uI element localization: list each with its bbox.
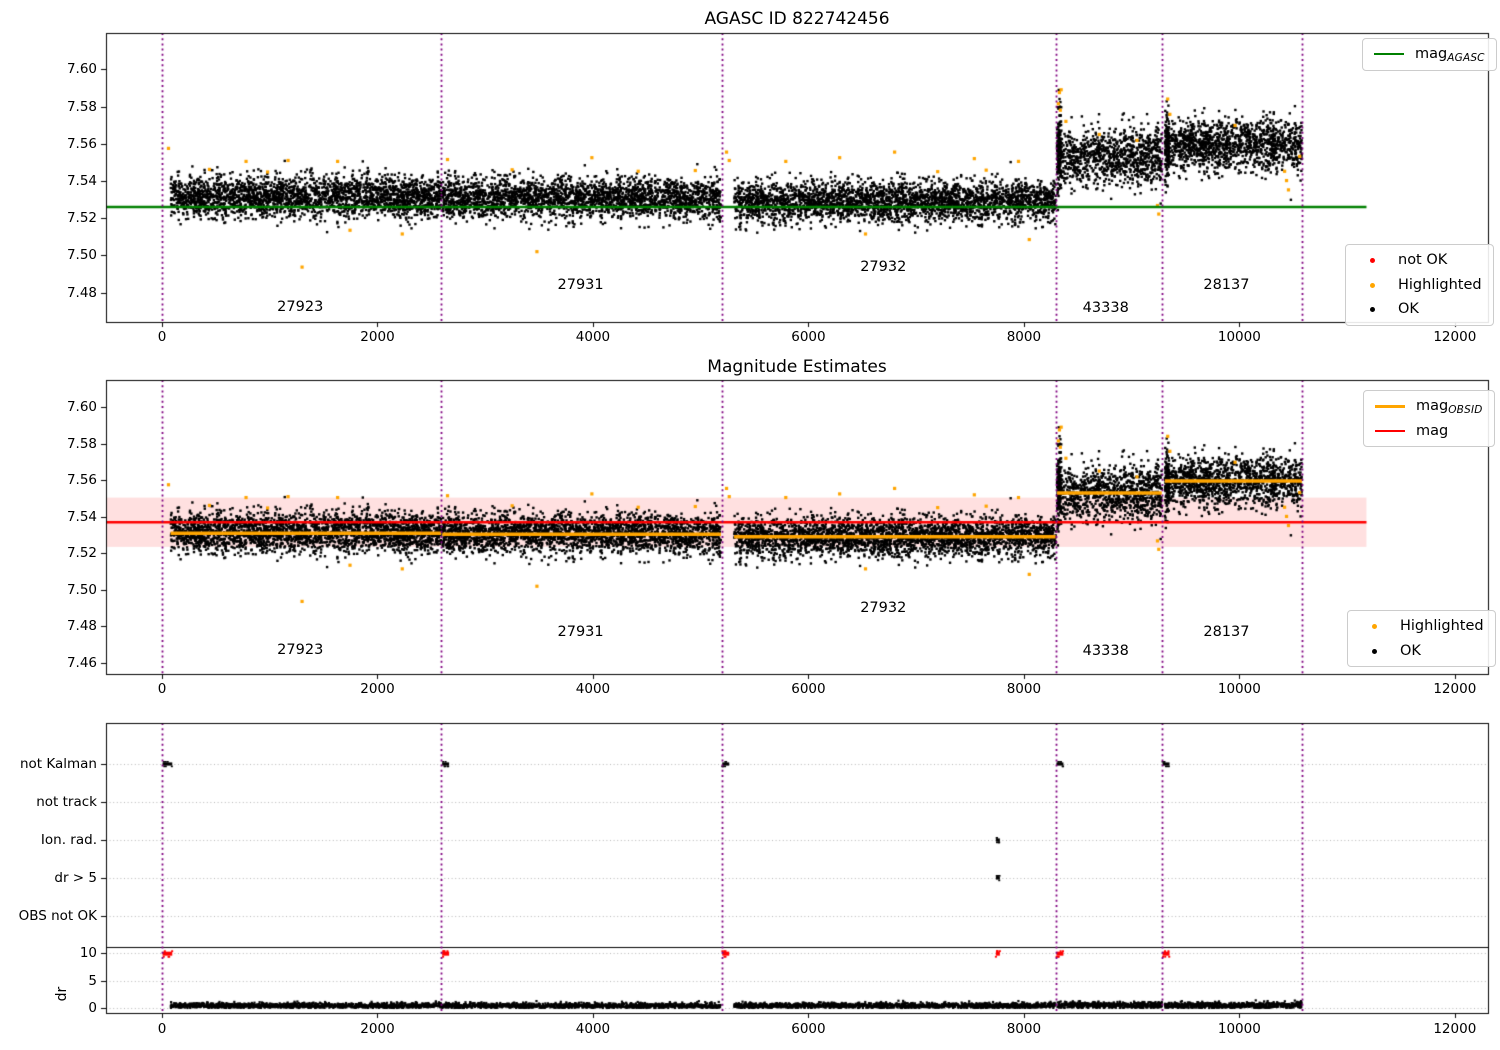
not-ok-marker-icon	[1369, 257, 1375, 263]
x-tick-label: 4000	[575, 681, 611, 697]
plots-canvas	[0, 0, 1500, 1050]
mag-agasc-line-sample	[1374, 53, 1404, 56]
ok-label: OK	[1400, 642, 1421, 659]
legend-row-ok: OK	[1357, 301, 1482, 318]
legend-row-highlighted-mid: Highlighted	[1359, 618, 1484, 635]
dr-tick-label: 10	[79, 945, 97, 961]
mid-y-tick-label: 7.52	[66, 545, 97, 562]
obsid-label-43338: 43338	[1082, 643, 1129, 660]
x-tick-label: 12000	[1433, 681, 1477, 697]
highlighted-marker-icon	[1371, 623, 1377, 629]
obsid-label-43338: 43338	[1082, 300, 1129, 317]
dr-tick-label: 5	[88, 972, 97, 989]
dr-tick-label: 0	[88, 1000, 97, 1016]
x-tick-label: 12000	[1433, 329, 1477, 345]
legend-row-mag: mag	[1375, 423, 1483, 440]
x-tick-label: 6000	[791, 329, 826, 345]
legend-row-highlighted: Highlighted	[1357, 277, 1482, 294]
x-tick-label: 2000	[360, 329, 395, 345]
highlighted-label: Highlighted	[1398, 276, 1482, 293]
ok-marker-icon	[1371, 648, 1377, 654]
legend-row-mag-agasc: magAGASC	[1374, 46, 1485, 64]
x-tick-label: 8000	[1006, 1021, 1042, 1037]
x-tick-label: 0	[157, 329, 167, 345]
x-tick-label: 2000	[360, 1021, 395, 1037]
obsid-label-27923: 27923	[277, 642, 324, 659]
x-tick-label: 10000	[1217, 1021, 1261, 1037]
x-tick-label: 6000	[791, 681, 826, 697]
flag-category-label: dr > 5	[54, 870, 97, 886]
mid-y-tick-label: 7.58	[66, 435, 97, 452]
mid-y-tick-label: 7.46	[66, 655, 97, 672]
obsid-label-27931: 27931	[557, 623, 604, 640]
flag-category-label: Ion. rad.	[40, 832, 97, 848]
mag-obsid-label: magOBSID	[1416, 398, 1483, 416]
mid-y-tick-label: 7.60	[66, 399, 97, 416]
ok-marker-icon	[1369, 307, 1375, 313]
mid-y-tick-label: 7.48	[66, 618, 97, 635]
flag-category-label: not Kalman	[19, 756, 97, 772]
x-tick-label: 10000	[1217, 681, 1261, 697]
top-panel-title: AGASC ID 822742456	[704, 9, 890, 29]
top-y-tick-label: 7.52	[66, 210, 97, 227]
x-tick-label: 4000	[575, 329, 611, 345]
highlighted-marker-icon	[1369, 282, 1375, 288]
mag-obsid-line-sample	[1375, 404, 1405, 408]
ok-label: OK	[1398, 301, 1419, 318]
obsid-label-27923: 27923	[277, 299, 324, 316]
x-tick-label: 0	[157, 1021, 167, 1037]
mid-y-tick-label: 7.54	[66, 508, 97, 525]
obsid-label-27932: 27932	[860, 600, 907, 617]
figure: AGASC ID 822742456 Magnitude Estimates m…	[0, 0, 1500, 1050]
legend-row-mag-obsid: magOBSID	[1375, 398, 1483, 416]
x-tick-label: 2000	[360, 681, 395, 697]
x-tick-label: 10000	[1217, 329, 1261, 345]
legend-mid-markers: Highlighted OK	[1347, 610, 1496, 668]
top-y-tick-label: 7.58	[66, 98, 97, 115]
top-y-tick-label: 7.54	[66, 172, 97, 189]
flag-category-label: OBS not OK	[18, 908, 97, 924]
legend-mid-lines: magOBSID mag	[1363, 390, 1495, 448]
legend-row-not-ok: not OK	[1357, 252, 1482, 269]
obsid-label-27931: 27931	[557, 277, 604, 294]
legend-top-markers: not OK Highlighted OK	[1345, 244, 1494, 327]
obsid-label-28137: 28137	[1203, 277, 1250, 294]
obsid-label-28137: 28137	[1203, 623, 1250, 640]
obsid-label-27932: 27932	[860, 258, 907, 275]
legend-mag-agasc: magAGASC	[1362, 38, 1497, 71]
top-y-tick-label: 7.56	[66, 135, 97, 152]
x-tick-label: 4000	[575, 1021, 611, 1037]
middle-panel-title: Magnitude Estimates	[707, 357, 887, 377]
flag-category-label: not track	[36, 794, 97, 810]
highlighted-label: Highlighted	[1400, 618, 1484, 634]
x-tick-label: 0	[157, 681, 167, 697]
top-y-tick-label: 7.50	[66, 247, 97, 264]
mag-line-sample	[1375, 430, 1405, 432]
legend-row-ok-mid: OK	[1359, 643, 1484, 660]
mag-agasc-label: magAGASC	[1415, 46, 1485, 64]
dr-axis-label: dr	[54, 986, 70, 1002]
x-tick-label: 8000	[1006, 329, 1042, 345]
x-tick-label: 12000	[1433, 1021, 1477, 1037]
mid-y-tick-label: 7.50	[66, 581, 97, 598]
mid-y-tick-label: 7.56	[66, 472, 97, 489]
top-y-tick-label: 7.48	[66, 284, 97, 301]
mag-label: mag	[1416, 422, 1449, 439]
not-ok-label: not OK	[1398, 252, 1448, 268]
x-tick-label: 6000	[791, 1021, 826, 1037]
x-tick-label: 8000	[1006, 681, 1042, 697]
top-y-tick-label: 7.60	[66, 61, 97, 78]
